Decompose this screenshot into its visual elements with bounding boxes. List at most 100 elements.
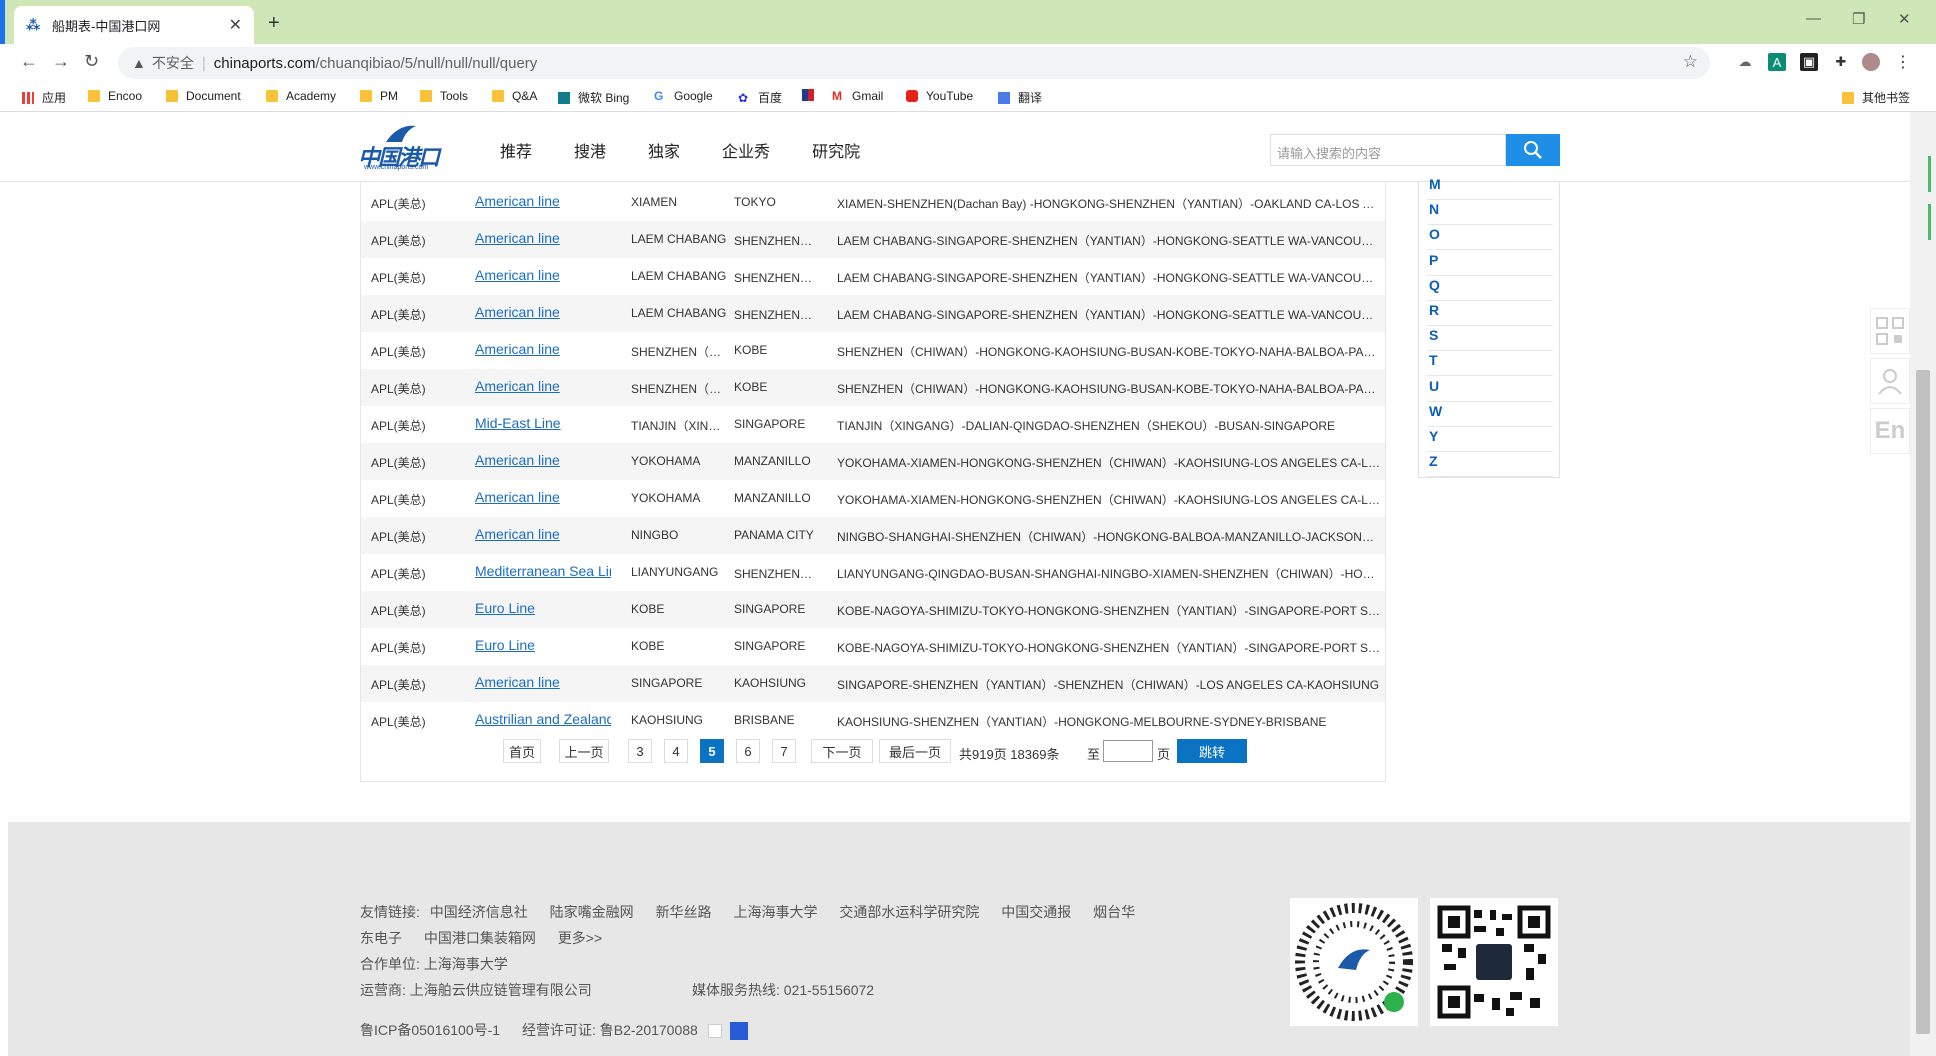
browser-tab[interactable]: ⁂ 船期表-中国港口网 ✕	[14, 6, 254, 44]
nav-item-recommend[interactable]: 推荐	[500, 138, 532, 162]
letter-index-item[interactable]: W	[1427, 403, 1553, 427]
route-link[interactable]: American line	[475, 378, 611, 394]
extension-a-icon[interactable]: A	[1768, 53, 1786, 71]
friend-link[interactable]: 东电子	[360, 930, 402, 946]
page-button[interactable]: 4	[664, 739, 688, 763]
route-link[interactable]: American line	[475, 193, 611, 209]
current-page-button[interactable]: 5	[700, 739, 724, 763]
bookmark-star-icon[interactable]: ☆	[1683, 52, 1698, 72]
friend-link[interactable]: 上海海事大学	[733, 904, 817, 920]
cnzz-stats-icon[interactable]	[707, 1024, 722, 1039]
route-link[interactable]: American line	[475, 452, 611, 468]
reload-icon[interactable]: ↻	[84, 51, 99, 72]
close-window-icon[interactable]: ✕	[1898, 10, 1911, 28]
bookmark-other[interactable]: 其他书签	[1842, 89, 1910, 106]
route-link[interactable]: American line	[475, 674, 611, 690]
letter-index-item[interactable]: Q	[1427, 277, 1553, 301]
friend-link[interactable]: 中国交通报	[1001, 904, 1071, 920]
nav-item-exclusive[interactable]: 独家	[648, 138, 680, 162]
route-link[interactable]: Euro Line	[475, 637, 611, 653]
icp-number[interactable]: 鲁ICP备05016100号-1	[360, 1022, 500, 1038]
goto-page-input[interactable]	[1103, 740, 1153, 762]
bookmark-tools[interactable]: Tools	[420, 89, 468, 103]
friend-link[interactable]: 烟台华	[1093, 904, 1135, 920]
friend-link[interactable]: 陆家嘴金融网	[550, 904, 634, 920]
user-icon[interactable]	[1870, 358, 1910, 404]
friend-link[interactable]: 交通部水运科学研究院	[839, 904, 979, 920]
bookmark-document[interactable]: Document	[166, 89, 241, 103]
minimize-icon[interactable]: —	[1806, 10, 1821, 27]
profile-avatar[interactable]	[1862, 53, 1880, 71]
letter-index-item[interactable]: T	[1427, 352, 1553, 377]
nav-item-search-port[interactable]: 搜港	[574, 138, 606, 162]
scrollbar-thumb[interactable]	[1916, 370, 1930, 1034]
page-button[interactable]: 3	[628, 739, 652, 763]
more-links-link[interactable]: 更多>>	[558, 930, 602, 946]
bookmark-shield[interactable]	[802, 89, 822, 101]
letter-index-item[interactable]: P	[1427, 252, 1553, 276]
bookmark-pm[interactable]: PM	[360, 89, 398, 103]
route-link[interactable]: American line	[475, 489, 611, 505]
friend-link[interactable]: 中国经济信息社	[430, 904, 528, 920]
bookmark-encoo[interactable]: Encoo	[88, 89, 142, 103]
bookmark-qa[interactable]: Q&A	[492, 89, 537, 103]
carrier-cell: APL(美总)	[371, 419, 426, 433]
site-logo[interactable]: 中国港口 www.chinaports.com	[358, 122, 442, 174]
route-link[interactable]: American line	[475, 267, 611, 283]
route-link[interactable]: Mediterranean Sea Line	[475, 563, 611, 579]
back-icon[interactable]: ←	[20, 51, 38, 72]
menu-kebab-icon[interactable]: ⋮	[1894, 53, 1912, 71]
page-scrollbar[interactable]	[1910, 112, 1936, 1056]
route-link[interactable]: American line	[475, 304, 611, 320]
bookmark-academy[interactable]: Academy	[266, 89, 336, 103]
bookmark-baidu[interactable]: ✿ 百度	[738, 89, 782, 106]
forward-icon[interactable]: →	[52, 51, 70, 72]
letter-index-item[interactable]: O	[1427, 226, 1553, 251]
route-link[interactable]: Mid-East Line	[475, 415, 611, 431]
search-button[interactable]	[1506, 134, 1560, 166]
english-icon[interactable]: En	[1870, 408, 1910, 454]
new-tab-button[interactable]: +	[268, 12, 280, 35]
letter-index-item[interactable]: U	[1427, 378, 1553, 402]
extension-cloud-icon[interactable]: ☁	[1736, 53, 1754, 71]
letter-index-item[interactable]: Z	[1427, 453, 1553, 478]
port-of-loading-cell: SHENZHEN（CHIWAN）	[631, 345, 727, 359]
friend-link[interactable]: 新华丝路	[656, 904, 712, 920]
bookmark-label: PM	[380, 89, 398, 103]
page-button[interactable]: 7	[772, 739, 796, 763]
route-link[interactable]: Euro Line	[475, 600, 611, 616]
prev-page-button[interactable]: 上一页	[559, 739, 609, 763]
bookmark-apps[interactable]: 应用	[22, 89, 66, 106]
letter-index-item[interactable]: Y	[1427, 428, 1553, 452]
bookmark-bing[interactable]: 微软 Bing	[558, 89, 629, 106]
route-link[interactable]: American line	[475, 526, 611, 542]
friend-link[interactable]: 中国港口集装箱网	[424, 930, 536, 946]
route-link[interactable]: Austrilian and Zealand Line	[475, 711, 611, 727]
search-input[interactable]: 请输入搜索的内容	[1270, 134, 1506, 166]
letter-index-item[interactable]: N	[1427, 201, 1553, 226]
bookmark-gmail[interactable]: M Gmail	[832, 89, 883, 103]
letter-index-item[interactable]: S	[1427, 327, 1553, 352]
extension-dark-icon[interactable]: ▣	[1800, 53, 1818, 71]
qr-code-icon[interactable]	[1870, 308, 1910, 354]
address-bar[interactable]: ▲ 不安全 | chinaports.com/chuanqibiao/5/nul…	[118, 47, 1710, 79]
nav-item-enterprise[interactable]: 企业秀	[722, 138, 770, 162]
route-link[interactable]: American line	[475, 230, 611, 246]
bookmark-google[interactable]: G Google	[654, 89, 713, 103]
last-page-button[interactable]: 最后一页	[879, 739, 951, 763]
letter-index-item[interactable]: R	[1427, 302, 1553, 326]
letter-index-item[interactable]: M	[1427, 176, 1553, 200]
baidu-stats-icon[interactable]	[729, 1022, 748, 1041]
first-page-button[interactable]: 首页	[503, 739, 541, 763]
tab-title: 船期表-中国港口网	[52, 18, 161, 34]
bookmark-translate[interactable]: 翻译	[998, 89, 1042, 106]
nav-item-research[interactable]: 研究院	[812, 138, 860, 162]
restore-icon[interactable]: ❐	[1852, 10, 1865, 28]
extensions-puzzle-icon[interactable]: ✚	[1832, 53, 1850, 71]
route-link[interactable]: American line	[475, 341, 611, 357]
next-page-button[interactable]: 下一页	[811, 739, 873, 763]
page-button[interactable]: 6	[736, 739, 760, 763]
tab-close-icon[interactable]: ✕	[229, 15, 242, 35]
goto-button[interactable]: 跳转	[1177, 739, 1247, 763]
bookmark-youtube[interactable]: YouTube	[906, 89, 973, 103]
